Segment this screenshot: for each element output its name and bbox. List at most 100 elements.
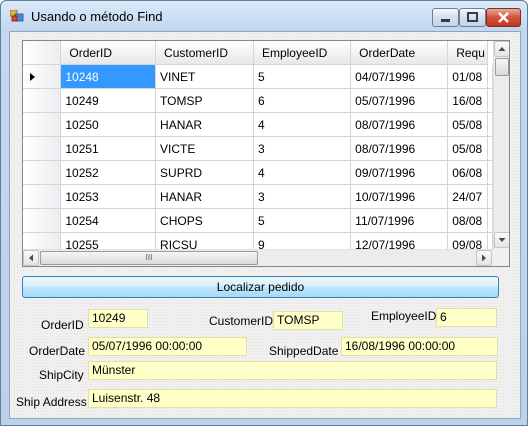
cell-employeeid[interactable]: 5 [253,64,352,89]
window-title: Usando o método Find [31,9,163,24]
scroll-right-button[interactable] [476,250,492,266]
cell-requireddate[interactable]: 05/08 [447,136,488,161]
table-row[interactable]: 10254 CHOPS 5 11/07/1996 08/08 [23,208,493,233]
find-order-button[interactable]: Localizar pedido [22,276,499,298]
cell-customerid[interactable]: CHOPS [155,208,254,233]
cell-customerid[interactable]: SUPRD [155,160,254,185]
cell-requireddate[interactable]: 06/08 [447,160,488,185]
cell-employeeid[interactable]: 4 [253,160,352,185]
cell-requireddate[interactable]: 01/08 [447,64,488,89]
maximize-icon [467,12,478,22]
shippeddate-field[interactable]: 16/08/1996 00:00:00 [341,337,498,356]
table-row[interactable]: 10249 TOMSP 6 05/07/1996 16/08 [23,88,493,113]
arrow-right-icon [482,254,486,262]
app-icon [9,9,24,22]
cell-orderid[interactable]: 10253 [60,184,157,209]
cell-orderdate[interactable]: 11/07/1996 [350,208,449,233]
cell-customerid[interactable]: HANAR [155,112,254,137]
orderid-label: OrderID [41,318,84,332]
table-row[interactable]: 10250 HANAR 4 08/07/1996 05/08 [23,112,493,137]
orders-datagrid[interactable]: OrderID CustomerID EmployeeID OrderDate … [22,40,510,267]
cell-requireddate[interactable]: 05/08 [447,112,488,137]
header-row: OrderID CustomerID EmployeeID OrderDate … [23,41,493,65]
form-client-area: OrderID CustomerID EmployeeID OrderDate … [9,31,521,419]
shipaddress-field[interactable]: Luisenstr. 48 [88,389,497,408]
cell-requireddate[interactable]: 08/08 [447,208,488,233]
cell-filler [487,160,493,185]
row-header[interactable] [23,112,62,137]
row-header[interactable] [23,184,62,209]
vertical-scroll-thumb[interactable] [495,58,509,76]
orderdate-label: OrderDate [29,344,86,358]
shipcity-field[interactable]: Münster [88,361,497,380]
cell-orderid[interactable]: 10250 [60,112,157,137]
column-header-orderdate[interactable]: OrderDate [350,41,449,65]
cell-customerid[interactable]: VICTE [155,136,254,161]
row-header[interactable] [23,208,62,233]
cell-orderid[interactable]: 10255 [60,232,157,249]
maximize-button[interactable] [459,8,486,27]
shippeddate-label: ShippedDate [269,344,339,358]
cell-employeeid[interactable]: 6 [253,88,352,113]
cell-orderdate[interactable]: 09/07/1996 [350,160,449,185]
row-header[interactable] [23,160,62,185]
row-header[interactable] [23,64,62,89]
customerid-field[interactable]: TOMSP [273,311,343,330]
cell-customerid[interactable]: TOMSP [155,88,254,113]
shipcity-label: ShipCity [39,368,84,382]
column-header-orderid[interactable]: OrderID [60,41,157,65]
cell-employeeid[interactable]: 9 [253,232,352,249]
scroll-grip: III [145,253,153,262]
horizontal-scrollbar[interactable]: III [23,249,493,266]
table-row[interactable]: 10252 SUPRD 4 09/07/1996 06/08 [23,160,493,185]
cell-orderdate[interactable]: 04/07/1996 [350,64,449,89]
cell-requireddate[interactable]: 24/07 [447,184,488,209]
cell-orderid[interactable]: 10249 [60,88,157,113]
cell-orderid[interactable]: 10254 [60,208,157,233]
row-header[interactable] [23,232,62,249]
scroll-up-button[interactable] [494,41,509,57]
cell-orderdate[interactable]: 12/07/1996 [350,232,449,249]
cell-employeeid[interactable]: 3 [253,136,352,161]
title-bar[interactable]: Usando o método Find [1,1,527,31]
table-row[interactable]: 10248 VINET 5 04/07/1996 01/08 [23,64,493,89]
cell-filler [487,64,493,89]
cell-customerid[interactable]: HANAR [155,184,254,209]
row-header[interactable] [23,88,62,113]
employeeid-label: EmployeeID [371,309,437,323]
orderid-field[interactable]: 10249 [88,309,148,328]
scrollbar-corner [493,249,509,266]
cell-orderdate[interactable]: 10/07/1996 [350,184,449,209]
cell-orderdate[interactable]: 05/07/1996 [350,88,449,113]
cell-customerid[interactable]: RICSU [155,232,254,249]
scroll-left-button[interactable] [23,250,39,266]
cell-requireddate[interactable]: 16/08 [447,88,488,113]
column-header-requireddate[interactable]: Requ [447,41,488,65]
horizontal-scroll-thumb[interactable]: III [40,251,258,265]
cell-orderid[interactable]: 10251 [60,136,157,161]
orderdate-field[interactable]: 05/07/1996 00:00:00 [88,337,247,356]
scroll-down-button[interactable] [494,232,509,248]
minimize-button[interactable] [432,8,459,27]
cell-orderdate[interactable]: 08/07/1996 [350,112,449,137]
cell-orderdate[interactable]: 08/07/1996 [350,136,449,161]
table-row[interactable]: 10255 RICSU 9 12/07/1996 09/08 [23,232,493,249]
cell-employeeid[interactable]: 3 [253,184,352,209]
table-row[interactable]: 10253 HANAR 3 10/07/1996 24/07 [23,184,493,209]
orders-table: OrderID CustomerID EmployeeID OrderDate … [23,41,493,249]
cell-customerid[interactable]: VINET [155,64,254,89]
cell-orderid[interactable]: 10252 [60,160,157,185]
cell-requireddate[interactable]: 09/08 [447,232,488,249]
cell-employeeid[interactable]: 5 [253,208,352,233]
column-header-customerid[interactable]: CustomerID [155,41,254,65]
vertical-scrollbar[interactable] [493,41,509,249]
cell-employeeid[interactable]: 4 [253,112,352,137]
cell-orderid[interactable]: 10248 [60,64,157,89]
main-window: Usando o método Find OrderID CustomerID … [0,0,528,426]
column-header-employeeid[interactable]: EmployeeID [253,41,352,65]
employeeid-field[interactable]: 6 [436,308,497,327]
row-header[interactable] [23,136,62,161]
close-button[interactable] [486,8,521,27]
arrow-left-icon [29,254,33,262]
table-row[interactable]: 10251 VICTE 3 08/07/1996 05/08 [23,136,493,161]
